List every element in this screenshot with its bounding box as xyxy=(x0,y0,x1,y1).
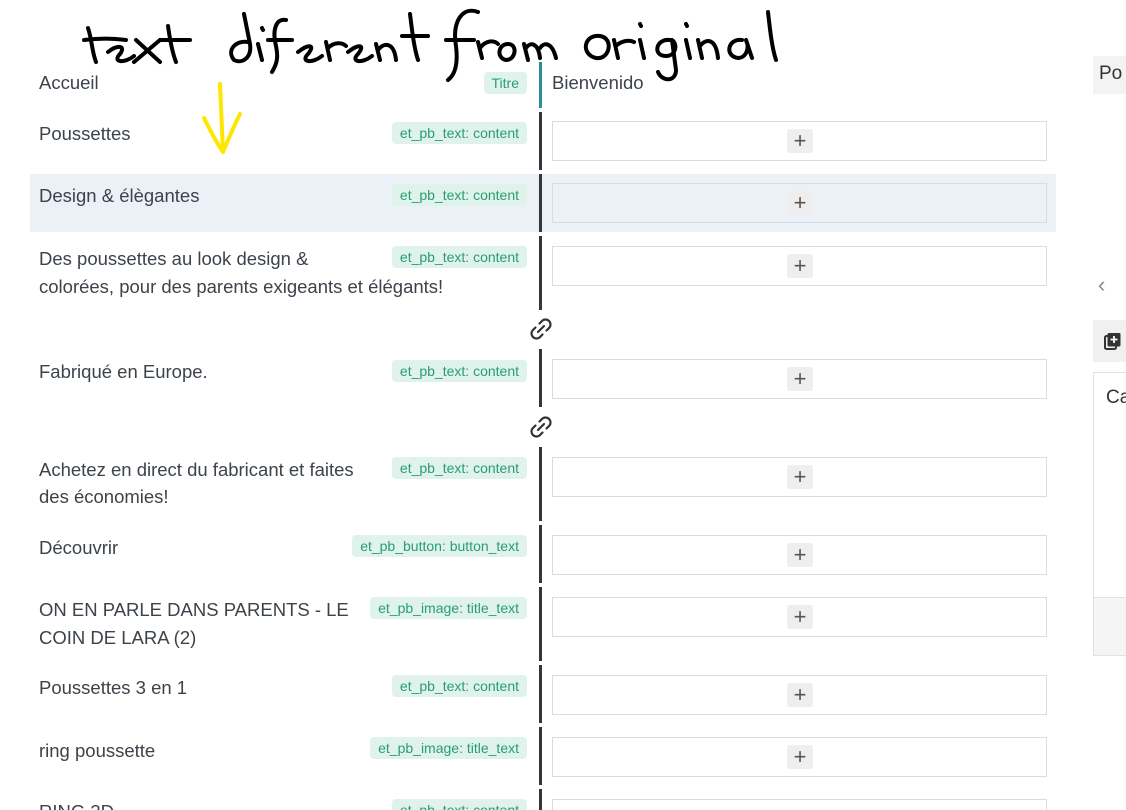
add-translation-button[interactable]: + xyxy=(787,605,813,629)
source-text: ring poussette xyxy=(39,740,156,761)
field-tag: et_pb_text: content xyxy=(391,246,527,268)
translation-cell[interactable]: + xyxy=(552,535,1047,575)
field-tag: et_pb_text: content xyxy=(391,675,527,697)
translation-cell[interactable]: + xyxy=(552,121,1047,161)
add-translation-button[interactable]: + xyxy=(787,465,813,489)
add-translation-button[interactable]: + xyxy=(787,745,813,769)
string-row: Poussettes 3 en 1 et_pb_text: content + xyxy=(30,665,1056,723)
add-translation-button[interactable]: + xyxy=(787,129,813,153)
translation-cell[interactable]: + xyxy=(552,246,1047,286)
source-text-line2: COIN DE LARA (2) xyxy=(39,627,197,648)
field-tag: et_pb_image: title_text xyxy=(370,597,527,619)
field-tag: et_pb_text: content xyxy=(391,799,527,810)
copy-icon xyxy=(1104,333,1121,350)
right-panel-box-label: Ca xyxy=(1106,387,1126,408)
translation-cell[interactable]: + xyxy=(552,597,1047,637)
source-text-line2: colorées, pour des parents exigeants et … xyxy=(39,276,444,297)
source-text: RING 3D xyxy=(39,798,114,810)
right-panel-box: Ca xyxy=(1093,372,1126,656)
source-text: Découvrir xyxy=(39,537,119,558)
row-indicator-bar xyxy=(539,665,542,723)
add-translation-button[interactable]: + xyxy=(787,191,813,215)
copy-button[interactable] xyxy=(1093,320,1126,362)
translation-cell[interactable]: + xyxy=(552,183,1047,223)
field-tag: Titre xyxy=(483,72,527,94)
add-translation-button[interactable]: + xyxy=(787,254,813,278)
link-icon[interactable] xyxy=(525,313,557,345)
add-translation-button[interactable]: + xyxy=(787,543,813,567)
string-row: Découvrir et_pb_button: button_text + xyxy=(30,525,1056,583)
source-text: ON EN PARLE DANS PARENTS - LE xyxy=(39,599,349,620)
row-indicator-bar xyxy=(539,174,542,232)
translation-cell[interactable]: + xyxy=(552,457,1047,497)
right-panel-label: Po xyxy=(1099,63,1123,84)
field-tag: et_pb_text: content xyxy=(391,184,527,206)
translation-cell[interactable] xyxy=(552,799,1047,810)
right-panel-footer xyxy=(1094,597,1126,655)
source-text: Fabriqué en Europe. xyxy=(39,361,208,382)
translation-text[interactable]: Bienvenido xyxy=(552,69,644,97)
row-indicator-bar xyxy=(539,349,542,407)
string-row: Fabriqué en Europe. et_pb_text: content … xyxy=(30,349,1056,407)
string-row: Des poussettes au look design & colorées… xyxy=(30,236,1056,310)
string-row: RING 3D et_pb_text: content xyxy=(30,789,1056,810)
add-translation-button[interactable]: + xyxy=(787,683,813,707)
header-row: Accueil Titre Bienvenido xyxy=(30,62,1056,108)
string-row: Achetez en direct du fabricant et faites… xyxy=(30,447,1056,521)
right-panel-header: Po xyxy=(1093,56,1126,94)
field-tag: et_pb_text: content xyxy=(391,457,527,479)
row-indicator-bar xyxy=(539,727,542,785)
string-row: Poussettes et_pb_text: content + xyxy=(30,112,1056,170)
row-indicator-bar xyxy=(539,236,542,310)
translation-cell[interactable]: + xyxy=(552,675,1047,715)
source-text: Design & élègantes xyxy=(39,185,200,206)
string-row: ring poussette et_pb_image: title_text + xyxy=(30,727,1056,785)
string-row: Design & élègantes et_pb_text: content + xyxy=(30,174,1056,232)
row-indicator-bar xyxy=(539,62,542,108)
string-row: ON EN PARLE DANS PARENTS - LE COIN DE LA… xyxy=(30,587,1056,661)
row-indicator-bar xyxy=(539,447,542,521)
translation-cell[interactable]: + xyxy=(552,359,1047,399)
translation-cell[interactable]: + xyxy=(552,737,1047,777)
link-icon[interactable] xyxy=(525,411,557,443)
row-indicator-bar xyxy=(539,789,542,810)
row-indicator-bar xyxy=(539,112,542,170)
chevron-left-icon[interactable]: ‹ xyxy=(1098,274,1116,296)
source-title: Accueil xyxy=(39,72,99,93)
row-indicator-bar xyxy=(539,587,542,661)
source-text: Des poussettes au look design & xyxy=(39,248,309,269)
add-translation-button[interactable]: + xyxy=(787,367,813,391)
source-text-line2: des économies! xyxy=(39,486,169,507)
field-tag: et_pb_text: content xyxy=(391,360,527,382)
field-tag: et_pb_button: button_text xyxy=(352,535,527,557)
field-tag: et_pb_text: content xyxy=(391,122,527,144)
field-tag: et_pb_image: title_text xyxy=(370,737,527,759)
source-text: Achetez en direct du fabricant et faites xyxy=(39,459,354,480)
row-indicator-bar xyxy=(539,525,542,583)
source-text: Poussettes xyxy=(39,123,131,144)
source-text: Poussettes 3 en 1 xyxy=(39,677,188,698)
